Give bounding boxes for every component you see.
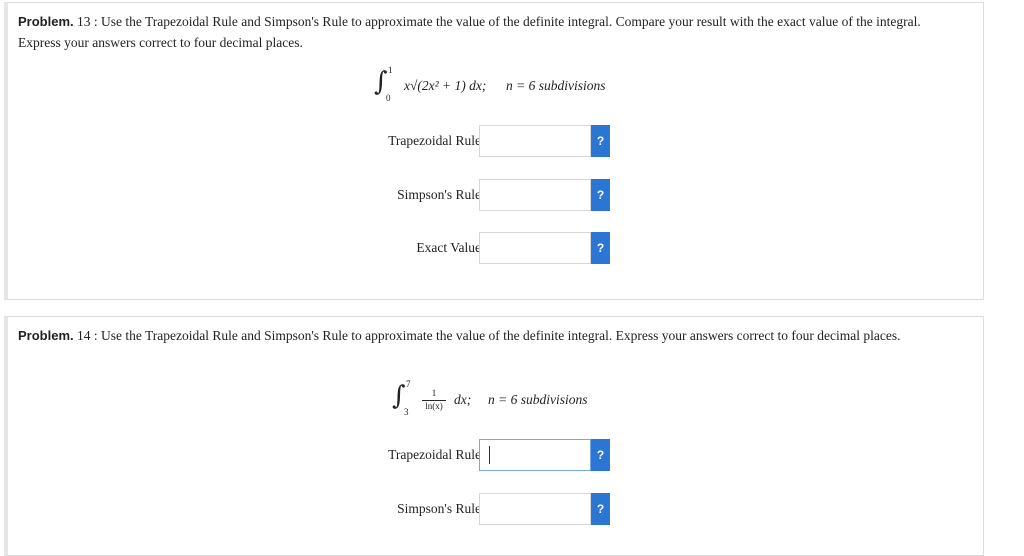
help-button[interactable]: ? [591, 493, 610, 525]
field-row-trapezoidal: Trapezoidal Rule ? [388, 125, 619, 159]
problem-number: 13 : [77, 14, 98, 29]
field-label: Simpson's Rule [397, 501, 481, 516]
help-button[interactable]: ? [591, 232, 610, 264]
integral-upper-limit: 1 [388, 65, 393, 75]
fraction-denominator: ln(x) [425, 401, 443, 411]
problem-text: Use the Trapezoidal Rule and Simpson's R… [18, 14, 921, 50]
differential: dx; [454, 392, 472, 407]
field-label: Trapezoidal Rule [388, 133, 481, 148]
exact-value-input[interactable] [479, 232, 591, 264]
integrand: x√(2x² + 1) dx; [404, 78, 487, 93]
problem-14-panel: Problem. 14 : Use the Trapezoidal Rule a… [4, 316, 984, 556]
simpsons-rule-input[interactable] [479, 493, 591, 525]
help-button[interactable]: ? [591, 179, 610, 211]
field-row-simpson: Simpson's Rule ? [397, 179, 619, 213]
subdivisions-text: n = 6 subdivisions [488, 392, 588, 407]
field-row-trapezoidal: Trapezoidal Rule ? [388, 439, 619, 473]
subdivisions-text: n = 6 subdivisions [506, 78, 606, 93]
problem-number: 14 : [77, 328, 98, 343]
field-row-exact: Exact Value ? [416, 232, 619, 266]
field-label: Exact Value [416, 240, 481, 255]
fraction-numerator: 1 [431, 388, 437, 398]
integral-lower-limit: 3 [404, 407, 409, 417]
field-label: Simpson's Rule [397, 187, 481, 202]
problem-label: Problem. [18, 14, 74, 29]
simpsons-rule-input[interactable] [479, 179, 591, 211]
trapezoidal-rule-input[interactable] [479, 439, 591, 471]
integral-upper-limit: 7 [406, 379, 411, 389]
trapezoidal-rule-input[interactable] [479, 125, 591, 157]
problem-14-integral: ∫ 7 3 1 ln(x) dx; n = 6 subdivisions [388, 379, 648, 419]
problem-label: Problem. [18, 328, 74, 343]
problem-13-integral: ∫ 1 0 x√(2x² + 1) dx; n = 6 subdivisions [368, 65, 668, 105]
help-button[interactable]: ? [591, 439, 610, 471]
problem-13-panel: Problem. 13 : Use the Trapezoidal Rule a… [4, 2, 984, 300]
problem-13-statement: Problem. 13 : Use the Trapezoidal Rule a… [18, 11, 953, 53]
field-row-simpson: Simpson's Rule ? [397, 493, 619, 527]
problem-text: Use the Trapezoidal Rule and Simpson's R… [101, 328, 901, 343]
help-button[interactable]: ? [591, 125, 610, 157]
field-label: Trapezoidal Rule [388, 447, 481, 462]
problem-14-statement: Problem. 14 : Use the Trapezoidal Rule a… [18, 325, 953, 346]
text-cursor [489, 446, 490, 464]
integral-lower-limit: 0 [386, 93, 391, 103]
